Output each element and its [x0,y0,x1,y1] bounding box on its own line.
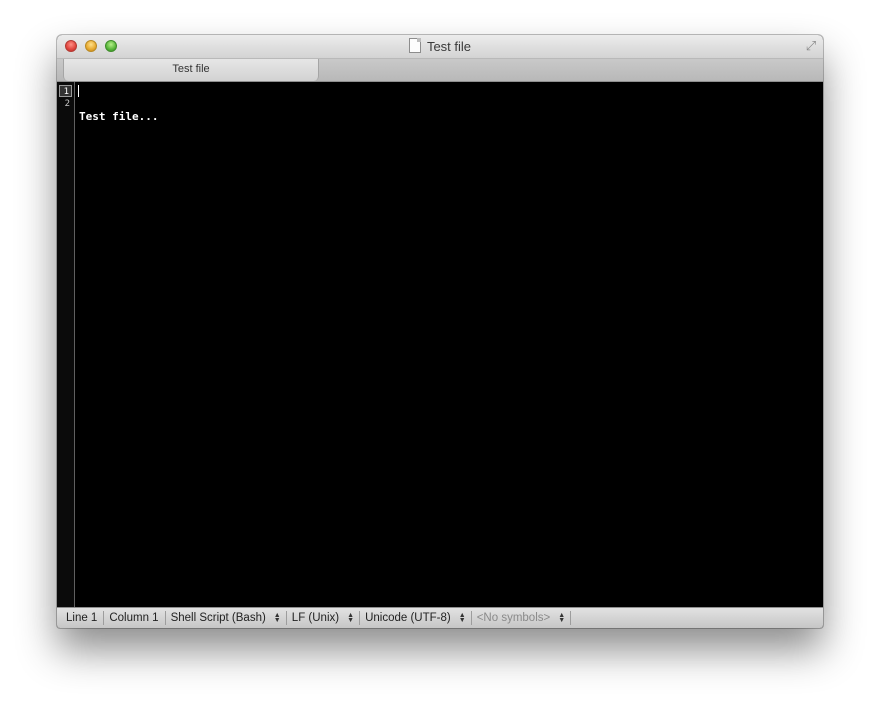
code-line-1: Test file... [79,110,159,123]
tab-label: Test file [172,63,210,75]
tab-bar: Test file [57,59,823,82]
line-number-1: 1 [59,85,72,97]
syntax-label: Shell Script (Bash) [170,612,266,624]
symbols-label: <No symbols> [476,612,551,624]
fullscreen-icon[interactable]: ⤢ [803,38,819,54]
text-editor[interactable]: 1 2 Test file... [57,82,823,607]
syntax-selector[interactable]: Shell Script (Bash) ▲ ▼ [166,611,287,625]
window-title: Test file [426,39,472,54]
editor-window: Test file ⤢ Test file 1 2 Test file... L… [57,35,823,628]
status-column: Column 1 [104,611,166,625]
title-bar[interactable]: Test file ⤢ [57,35,823,59]
line-endings-label: LF (Unix) [291,612,340,624]
code-content[interactable]: Test file... [79,84,158,175]
line-number-gutter: 1 2 [57,82,75,607]
updown-arrows-icon: ▲ ▼ [273,612,281,624]
line-endings-selector[interactable]: LF (Unix) ▲ ▼ [287,611,361,625]
encoding-label: Unicode (UTF-8) [365,612,451,624]
updown-arrows-icon: ▲ ▼ [347,612,355,624]
tab-test-file[interactable]: Test file [63,59,319,81]
encoding-selector[interactable]: Unicode (UTF-8) ▲ ▼ [360,611,472,625]
updown-arrows-icon: ▲ ▼ [458,612,466,624]
status-line-label: Line 1 [66,612,98,624]
document-icon[interactable] [408,38,421,53]
updown-arrows-icon: ▲ ▼ [558,612,566,624]
status-line: Line 1 [61,611,105,625]
window-title-container: Test file [57,38,823,55]
status-column-label: Column 1 [109,612,159,624]
symbols-selector[interactable]: <No symbols> ▲ ▼ [472,611,572,625]
status-bar: Line 1 Column 1 Shell Script (Bash) ▲ ▼ L… [57,607,823,628]
line-number-2: 2 [64,99,70,109]
